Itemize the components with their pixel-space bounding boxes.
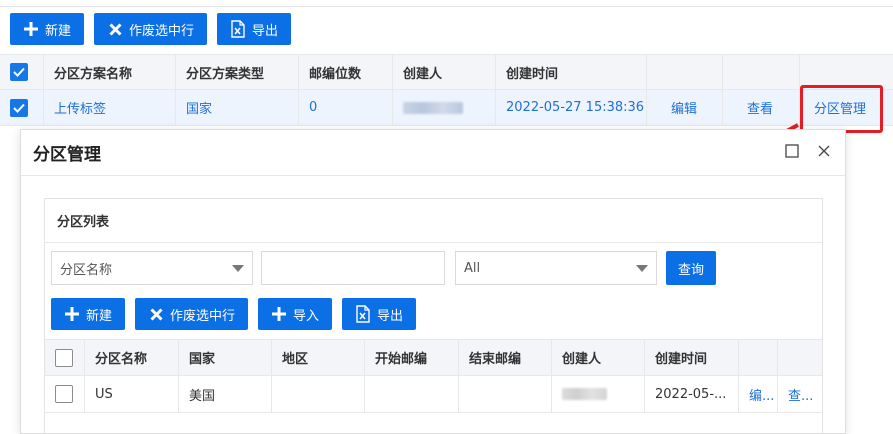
row-checkbox[interactable]: [10, 98, 28, 117]
select-all-checkbox[interactable]: [10, 63, 28, 81]
zone-creator-cell: [552, 376, 645, 412]
filter-bar: 分区名称 All 查询: [51, 251, 717, 285]
row-select-cell: [0, 90, 44, 125]
filter-field-select[interactable]: 分区名称: [51, 251, 253, 285]
header-zip-digits[interactable]: 邮编位数: [299, 55, 393, 89]
creator-cell: [393, 90, 496, 125]
zone-country-cell: 美国: [179, 376, 272, 412]
chevron-down-icon: [232, 264, 244, 272]
zone-void-selected-button[interactable]: 作废选中行: [135, 298, 249, 330]
void-selected-button[interactable]: 作废选中行: [94, 13, 208, 45]
scheme-name-cell: 上传标签: [44, 90, 176, 125]
zone-select-all-checkbox[interactable]: [55, 348, 73, 367]
new-button-label: 新建: [45, 23, 72, 39]
zone-new-button[interactable]: 新建: [51, 298, 126, 330]
zone-name-cell: US: [85, 376, 179, 412]
table-row[interactable]: US 美国 2022-05-... 编... 查...: [45, 376, 822, 413]
zone-table: 分区名称 国家 地区 开始邮编 结束邮编 创建人 创建时间 US 美国 2022…: [45, 339, 822, 413]
zone-manage-dialog: 分区管理 分区列表 分区名称 All 查询 新建 作废选中行 导入 导出 分区名…: [20, 129, 846, 434]
page: 新建 作废选中行 导出 分区方案名称 分区方案类型 邮编位数 创建人 创建时间 …: [0, 0, 893, 434]
plus-icon: [64, 306, 80, 322]
header-action-1: [647, 55, 723, 89]
zone-row-select-cell: [45, 376, 85, 412]
zone-table-header: 分区名称 国家 地区 开始邮编 结束邮编 创建人 创建时间: [45, 339, 822, 376]
header-zone-action-2: [778, 340, 822, 375]
zone-start-zip-cell: [365, 376, 459, 412]
zone-region-cell: [272, 376, 365, 412]
header-start-zip[interactable]: 开始邮编: [365, 340, 459, 375]
dialog-title: 分区管理: [33, 145, 101, 165]
close-icon: [148, 306, 164, 322]
plus-icon: [271, 306, 287, 322]
dialog-header: 分区管理: [21, 130, 845, 176]
zone-toolbar: 新建 作废选中行 导入 导出: [51, 298, 417, 330]
header-zone-action-1: [739, 340, 778, 375]
scheme-table: 分区方案名称 分区方案类型 邮编位数 创建人 创建时间 上传标签 国家 0 20…: [0, 54, 893, 126]
plus-icon: [23, 21, 39, 37]
table-header: 分区方案名称 分区方案类型 邮编位数 创建人 创建时间: [0, 54, 893, 90]
header-region[interactable]: 地区: [272, 340, 365, 375]
void-selected-button-label: 作废选中行: [129, 23, 195, 39]
filter-status-value: All: [464, 260, 481, 276]
zip-digits-cell: 0: [299, 90, 393, 125]
export-button-label: 导出: [252, 23, 279, 39]
zone-select-all-cell: [45, 340, 85, 375]
header-end-zip[interactable]: 结束邮编: [459, 340, 552, 375]
header-zone-created-at[interactable]: 创建时间: [645, 340, 739, 375]
redacted-creator: [403, 101, 463, 114]
panel-title: 分区列表: [45, 199, 822, 243]
top-divider: [0, 6, 893, 7]
header-action-3: [800, 55, 893, 89]
filter-value-input[interactable]: [261, 251, 445, 285]
zone-list-panel: 分区列表 分区名称 All 查询 新建 作废选中行 导入 导出 分区名称 国家 …: [44, 198, 823, 434]
zone-import-button[interactable]: 导入: [258, 298, 333, 330]
close-icon: [107, 21, 123, 37]
zone-export-button-label: 导出: [377, 308, 404, 324]
excel-icon: [230, 20, 246, 38]
zone-import-button-label: 导入: [293, 308, 320, 324]
header-action-2: [723, 55, 800, 89]
header-created-at[interactable]: 创建时间: [496, 55, 647, 89]
header-zone-name[interactable]: 分区名称: [85, 340, 179, 375]
main-toolbar: 新建 作废选中行 导出: [10, 13, 292, 45]
select-all-cell: [0, 55, 44, 89]
zone-view-link[interactable]: 查...: [778, 376, 822, 412]
export-button[interactable]: 导出: [217, 13, 292, 45]
filter-status-select[interactable]: All: [455, 251, 657, 285]
zone-void-selected-button-label: 作废选中行: [170, 308, 236, 324]
new-button[interactable]: 新建: [10, 13, 85, 45]
zone-row-checkbox[interactable]: [55, 385, 73, 403]
excel-icon: [355, 305, 371, 323]
header-zone-creator[interactable]: 创建人: [552, 340, 645, 375]
query-button[interactable]: 查询: [666, 251, 717, 285]
redacted-zone-creator: [562, 388, 607, 400]
zone-end-zip-cell: [459, 376, 552, 412]
header-scheme-type[interactable]: 分区方案类型: [176, 55, 299, 89]
zone-new-button-label: 新建: [86, 308, 113, 324]
header-creator[interactable]: 创建人: [393, 55, 496, 89]
maximize-icon[interactable]: [785, 143, 799, 162]
scheme-type-cell: 国家: [176, 90, 299, 125]
filter-field-value: 分区名称: [60, 262, 113, 278]
dialog-controls: [785, 143, 831, 162]
highlight-box: [800, 85, 883, 133]
header-scheme-name[interactable]: 分区方案名称: [44, 55, 176, 89]
zone-created-at-cell: 2022-05-...: [645, 376, 739, 412]
zone-export-button[interactable]: 导出: [342, 298, 417, 330]
zone-edit-link[interactable]: 编...: [739, 376, 778, 412]
created-at-cell: 2022-05-27 15:38:36: [496, 90, 647, 125]
close-icon[interactable]: [817, 144, 831, 162]
chevron-down-icon: [636, 264, 648, 272]
header-country[interactable]: 国家: [179, 340, 272, 375]
